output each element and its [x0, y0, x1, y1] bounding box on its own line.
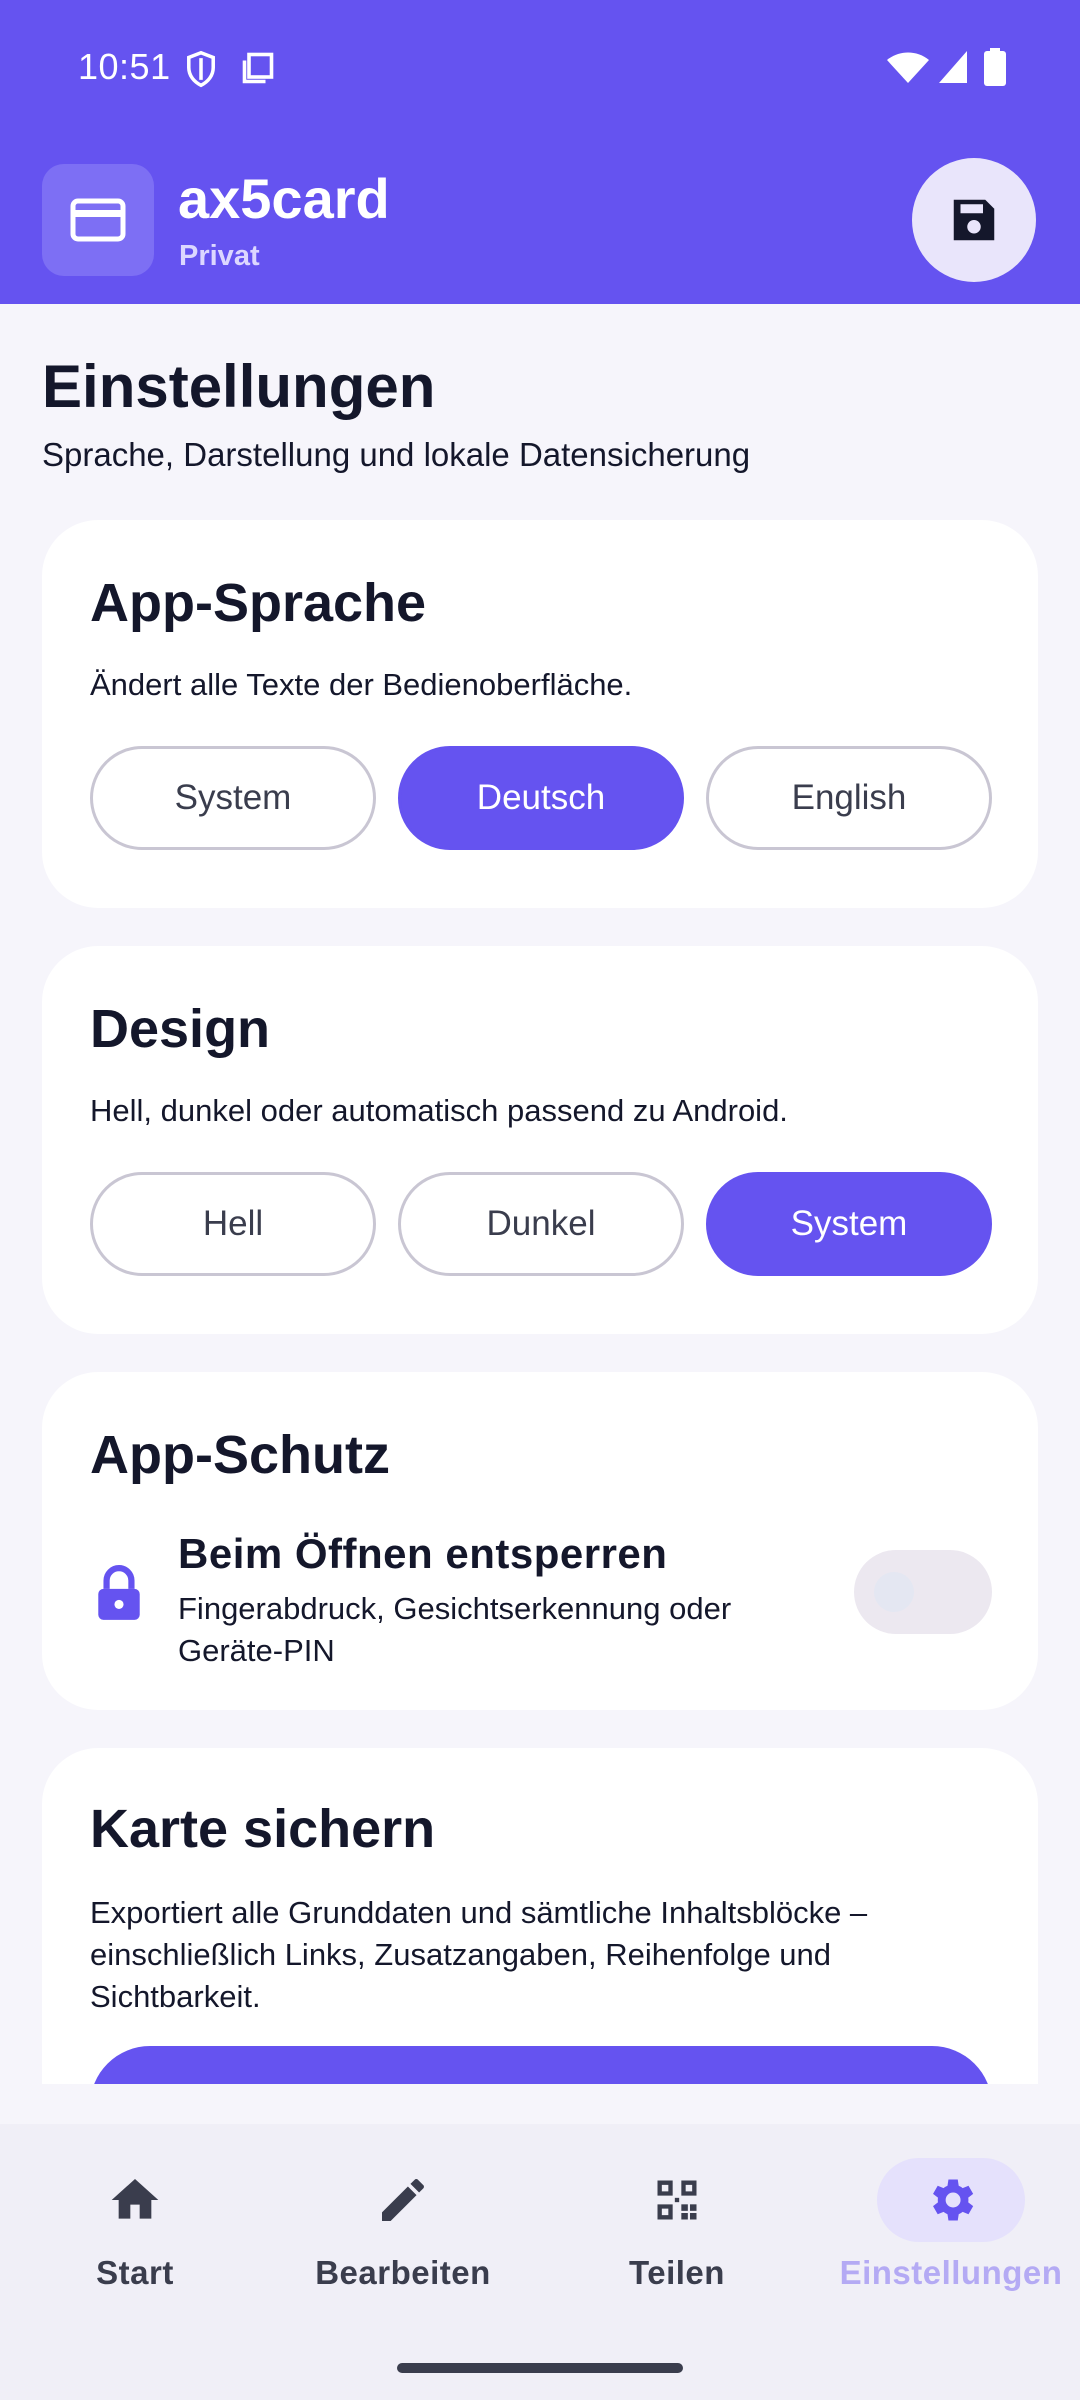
design-selector: Hell Dunkel System	[90, 1172, 992, 1276]
nav-label-teilen: Teilen	[629, 2254, 725, 2291]
protection-card: App-Schutz Beim Öffnen entsperren Finger…	[42, 1372, 1038, 1710]
toggle-knob	[874, 1572, 914, 1612]
nav-pill	[341, 2158, 465, 2242]
lock-icon	[98, 1565, 140, 1620]
app-subtitle: Privat	[179, 240, 260, 272]
design-option-hell[interactable]: Hell	[90, 1172, 376, 1276]
language-option-english[interactable]: English	[706, 746, 992, 850]
app-logo	[42, 164, 154, 276]
page-title: Einstellungen	[42, 353, 436, 420]
design-card-description: Hell, dunkel oder automatisch passend zu…	[90, 1093, 788, 1128]
gear-icon	[933, 2179, 974, 2221]
language-card-title: App-Sprache	[90, 573, 427, 633]
nav-item-bearbeiten[interactable]: Bearbeiten	[268, 2124, 538, 2344]
nav-pill-active	[877, 2158, 1025, 2242]
qr-code-icon	[657, 2180, 697, 2220]
unlock-on-open-toggle[interactable]	[854, 1550, 992, 1634]
nav-item-start[interactable]: Start	[0, 2124, 270, 2344]
status-bar: 10:51	[0, 0, 1080, 136]
scroll-clip	[0, 2084, 1080, 2124]
backup-card-description: Exportiert alle Grunddaten und sämtliche…	[90, 1895, 868, 2014]
battery-icon	[984, 48, 1006, 86]
home-icon	[111, 2179, 159, 2219]
nav-label-einstellungen: Einstellungen	[839, 2254, 1063, 2291]
gesture-bar	[397, 2363, 683, 2373]
design-card: Design Hell, dunkel oder automatisch pas…	[42, 946, 1038, 1334]
signal-icon	[939, 51, 967, 83]
nav-label-bearbeiten: Bearbeiten	[315, 2254, 491, 2291]
screen-icon	[242, 52, 274, 84]
app-header: 10:51 ax5card Privat	[0, 0, 1080, 304]
language-option-system[interactable]: System	[90, 746, 376, 850]
unlock-on-open-label: Beim Öffnen entsperren	[178, 1530, 668, 1577]
nav-item-einstellungen[interactable]: Einstellungen	[816, 2124, 1080, 2344]
design-card-title: Design	[90, 999, 271, 1059]
language-option-deutsch[interactable]: Deutsch	[398, 746, 684, 850]
backup-card-title: Karte sichern	[90, 1799, 436, 1859]
protection-card-title: App-Schutz	[90, 1425, 390, 1485]
nav-pill	[615, 2158, 739, 2242]
design-option-system[interactable]: System	[706, 1172, 992, 1276]
bottom-navigation: Start Bearbeiten Teilen Einstellungen	[0, 2124, 1080, 2400]
pencil-icon	[382, 2179, 424, 2221]
credit-card-icon	[70, 198, 126, 242]
nav-pill	[73, 2158, 197, 2242]
language-card: App-Sprache Ändert alle Texte der Bedien…	[42, 520, 1038, 908]
unlock-on-open-description: Fingerabdruck, Gesichtserkennung oder Ge…	[178, 1591, 732, 1668]
save-button[interactable]	[912, 158, 1036, 282]
nav-item-teilen[interactable]: Teilen	[542, 2124, 812, 2344]
page-subtitle: Sprache, Darstellung und lokale Datensic…	[42, 436, 751, 473]
language-selector: System Deutsch English	[90, 746, 992, 850]
wifi-icon	[887, 52, 929, 83]
nav-label-start: Start	[96, 2254, 174, 2291]
status-time: 10:51	[78, 46, 171, 87]
save-icon	[953, 199, 995, 241]
shield-icon	[187, 50, 215, 88]
language-card-description: Ändert alle Texte der Bedienoberfläche.	[90, 667, 633, 702]
app-title: ax5card	[178, 167, 390, 230]
design-option-dunkel[interactable]: Dunkel	[398, 1172, 684, 1276]
